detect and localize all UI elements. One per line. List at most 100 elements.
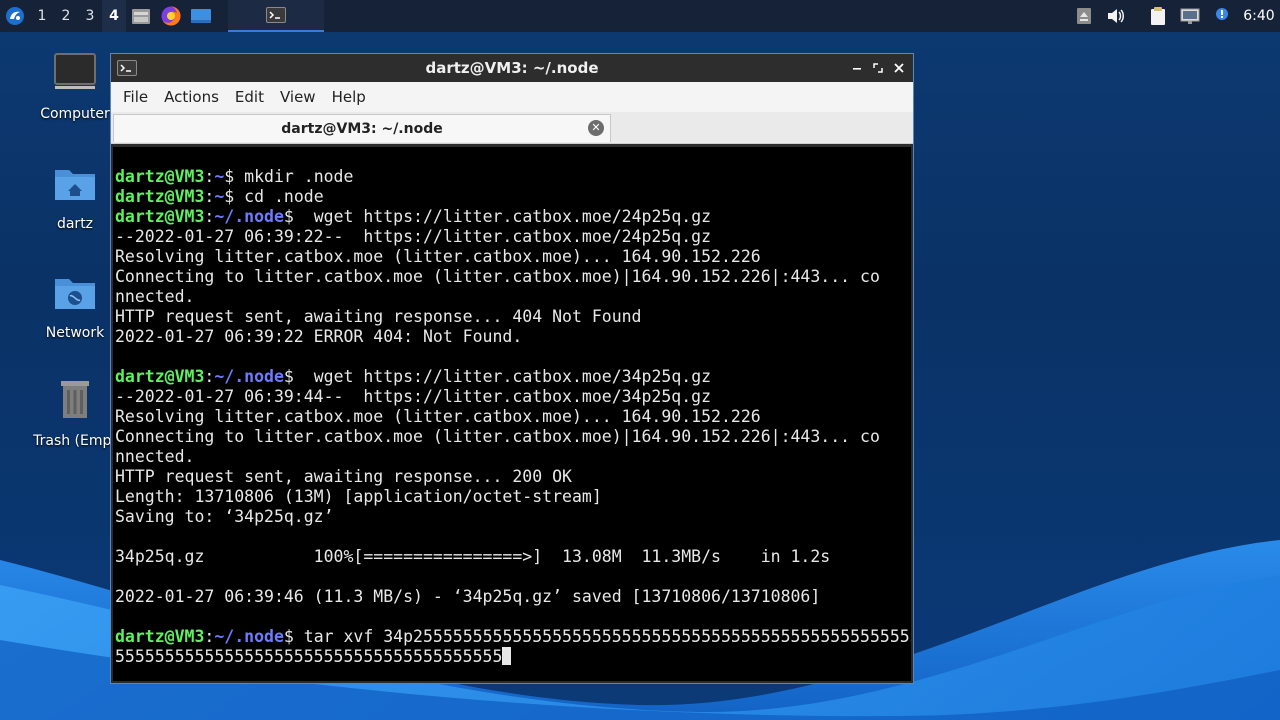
workspace-3-button[interactable]: 3 (78, 0, 102, 32)
close-icon: ✕ (591, 121, 601, 134)
menu-view[interactable]: View (272, 82, 324, 112)
prompt-separator: : (204, 167, 215, 186)
volume-icon (1108, 9, 1124, 23)
info-notification-icon (1216, 8, 1228, 20)
prompt-user: dartz@VM3 (115, 207, 205, 226)
window-titlebar[interactable]: dartz@VM3: ~/.node (111, 54, 913, 82)
firefox-launcher[interactable] (156, 0, 186, 32)
workspace-4-button[interactable]: 4 (102, 0, 126, 32)
computer-icon (54, 53, 96, 89)
firefox-icon (161, 6, 181, 26)
terminal-output-line: --2022-01-27 06:39:22-- https://litter.c… (115, 227, 911, 247)
output-text: nnected. (115, 447, 195, 466)
terminal-output-line: 34p25q.gz 100%[================>] 13.08M… (115, 547, 911, 567)
home-folder-icon (55, 170, 95, 200)
output-text: Connecting to litter.catbox.moe (litter.… (115, 267, 880, 286)
prompt-path: ~ (214, 167, 225, 186)
maximize-icon (873, 63, 883, 73)
menu-bar: File Actions Edit View Help (111, 82, 913, 112)
start-menu-button[interactable] (0, 0, 30, 32)
tray-notification-button[interactable] (1206, 0, 1238, 32)
output-text: --2022-01-27 06:39:22-- https://litter.c… (115, 227, 712, 246)
menu-file[interactable]: File (115, 82, 156, 112)
output-text: 555555555555555555555555555555555555555 (115, 647, 503, 666)
output-text: 2022-01-27 06:39:46 (11.3 MB/s) - ‘34p25… (115, 587, 821, 606)
command-text: mkdir .node (244, 167, 354, 186)
file-manager-launcher[interactable] (126, 0, 156, 32)
network-folder-icon (55, 279, 95, 309)
terminal-output-line: Connecting to litter.catbox.moe (litter.… (115, 267, 911, 287)
tray-network-button[interactable] (1174, 0, 1206, 32)
tray-volume-button[interactable] (1100, 0, 1132, 32)
maximize-button[interactable] (868, 54, 888, 82)
prompt-symbol: $ (224, 167, 245, 186)
terminal-output-line: Saving to: ‘34p25q.gz’ (115, 507, 911, 527)
lubuntu-logo-icon (6, 7, 24, 25)
terminal-output-line: 555555555555555555555555555555555555555 (115, 647, 911, 667)
prompt-separator: : (204, 627, 215, 646)
tab-close-button[interactable]: ✕ (588, 120, 604, 136)
terminal-prompt-line: dartz@VM3:~/.node$ wget https://litter.c… (115, 367, 911, 387)
tray-clipboard-button[interactable] (1142, 0, 1174, 32)
terminal-tab[interactable]: dartz@VM3: ~/.node ✕ (113, 114, 611, 142)
output-text: HTTP request sent, awaiting response... … (115, 467, 572, 486)
terminal-output-line: --2022-01-27 06:39:44-- https://litter.c… (115, 387, 911, 407)
desktop-icon (191, 9, 211, 23)
prompt-symbol: $ (283, 207, 314, 226)
tab-label: dartz@VM3: ~/.node (281, 120, 443, 137)
terminal-output-line: nnected. (115, 287, 911, 307)
output-text: 34p25q.gz 100%[================>] 13.08M… (115, 547, 831, 566)
terminal-output[interactable]: dartz@VM3:~$ mkdir .node dartz@VM3:~$ cd … (113, 147, 911, 681)
file-manager-icon (132, 9, 150, 24)
taskbar-terminal-task[interactable] (228, 0, 324, 32)
minimize-button[interactable] (847, 54, 867, 82)
terminal-prompt-line: dartz@VM3:~/.node$ wget https://litter.c… (115, 207, 911, 227)
terminal-output-line: 2022-01-27 06:39:46 (11.3 MB/s) - ‘34p25… (115, 587, 911, 607)
prompt-user: dartz@VM3 (115, 167, 205, 186)
show-desktop-button[interactable] (186, 0, 216, 32)
taskbar-clock[interactable]: 6:40 (1238, 8, 1280, 24)
output-text: 2022-01-27 06:39:22 ERROR 404: Not Found… (115, 327, 523, 346)
output-text: Connecting to litter.catbox.moe (litter.… (115, 427, 880, 446)
terminal-icon (266, 7, 286, 23)
workspace-2-button[interactable]: 2 (54, 0, 78, 32)
terminal-prompt-line: dartz@VM3:~$ mkdir .node (115, 167, 911, 187)
removable-media-icon (1077, 8, 1091, 24)
output-text: HTTP request sent, awaiting response... … (115, 307, 642, 326)
prompt-symbol: $ (283, 627, 304, 646)
output-text: Resolving litter.catbox.moe (litter.catb… (115, 407, 761, 426)
menu-help[interactable]: Help (324, 82, 374, 112)
prompt-separator: : (204, 207, 215, 226)
output-text: Saving to: ‘34p25q.gz’ (115, 507, 334, 526)
terminal-output-line: HTTP request sent, awaiting response... … (115, 467, 911, 487)
close-button[interactable] (889, 54, 909, 82)
prompt-path: ~ (214, 187, 225, 206)
tab-bar: dartz@VM3: ~/.node ✕ (111, 112, 913, 144)
terminal-output-line: Resolving litter.catbox.moe (litter.catb… (115, 247, 911, 267)
text-cursor (502, 647, 512, 665)
terminal-output-line: Length: 13710806 (13M) [application/octe… (115, 487, 911, 507)
prompt-user: dartz@VM3 (115, 627, 205, 646)
prompt-user: dartz@VM3 (115, 187, 205, 206)
prompt-symbol: $ (224, 187, 245, 206)
network-status-icon (1180, 8, 1200, 24)
prompt-path: ~/.node (214, 367, 284, 386)
trash-icon (61, 381, 89, 418)
terminal-prompt-line: dartz@VM3:~/.node$ tar xvf 34p2555555555… (115, 627, 911, 647)
output-text: Resolving litter.catbox.moe (litter.catb… (115, 247, 761, 266)
tray-eject-button[interactable] (1068, 0, 1100, 32)
workspace-1-button[interactable]: 1 (30, 0, 54, 32)
command-text: wget https://litter.catbox.moe/34p25q.gz (313, 367, 712, 386)
output-text: Length: 13710806 (13M) [application/octe… (115, 487, 602, 506)
prompt-symbol: $ (283, 367, 314, 386)
prompt-path: ~/.node (214, 207, 284, 226)
menu-actions[interactable]: Actions (156, 82, 227, 112)
output-text: nnected. (115, 287, 195, 306)
terminal-window: dartz@VM3: ~/.node File Actions Edit Vie… (110, 53, 914, 684)
menu-edit[interactable]: Edit (227, 82, 272, 112)
prompt-path: ~/.node (214, 627, 284, 646)
